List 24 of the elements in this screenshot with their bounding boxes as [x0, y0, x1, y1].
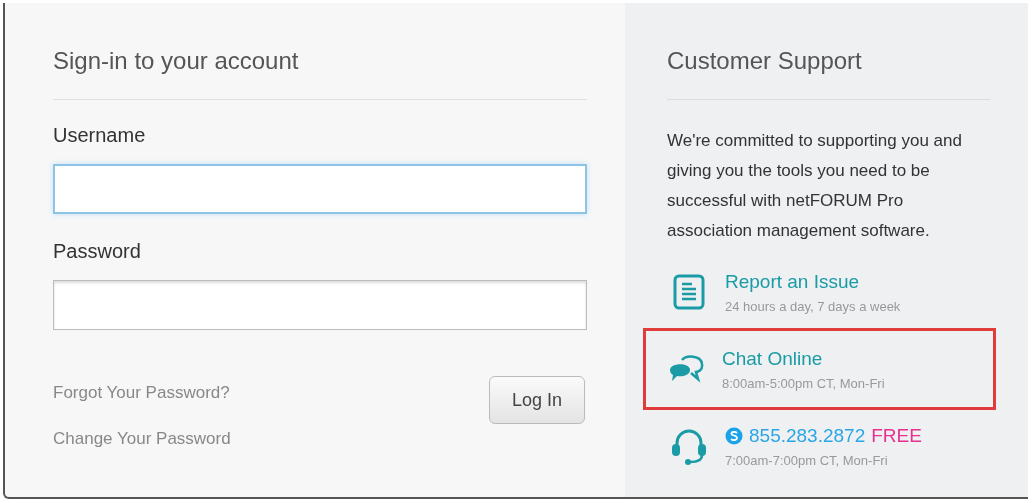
- support-link[interactable]: Chat Online: [722, 345, 823, 374]
- highlight-frame[interactable]: Chat Online 8:00am-5:00pm CT, Mon-Fri: [643, 328, 996, 410]
- support-item[interactable]: Report an Issue 24 hours a day, 7 days a week: [643, 256, 996, 328]
- skype-icon: [725, 427, 743, 446]
- support-hours: 8:00am-5:00pm CT, Mon-Fri: [722, 374, 885, 393]
- document-icon: [673, 274, 705, 310]
- free-label: FREE: [871, 424, 922, 448]
- chat-bubbles-icon: [668, 354, 704, 384]
- password-link[interactable]: Forgot Your Password?: [53, 380, 231, 406]
- support-hours: 7:00am-7:00pm CT, Mon-Fri: [725, 451, 889, 470]
- input-field[interactable]: [53, 280, 587, 330]
- headset-icon: [671, 427, 707, 465]
- input-field[interactable]: [53, 164, 587, 214]
- support-link[interactable]: 855.283.2872: [749, 422, 866, 451]
- login-button[interactable]: Log In: [489, 376, 585, 424]
- field-label: Username: [53, 123, 147, 148]
- support-item[interactable]: 855.283.2872 FREE 7:00am-7:00pm CT, Mon-Fri: [643, 410, 996, 482]
- support-intro: We're committed to supporting you and giving you the tools you need to be successful with netFORUM Pro association management software.: [667, 130, 963, 242]
- panel-title: Customer Support: [667, 43, 990, 100]
- panel-title: Sign-in to your account: [53, 43, 587, 100]
- support-link[interactable]: Report an Issue: [725, 268, 860, 297]
- support-hours: 24 hours a day, 7 days a week: [725, 297, 901, 316]
- password-link[interactable]: Change Your Password: [53, 425, 231, 451]
- field-label: Password: [53, 239, 142, 264]
